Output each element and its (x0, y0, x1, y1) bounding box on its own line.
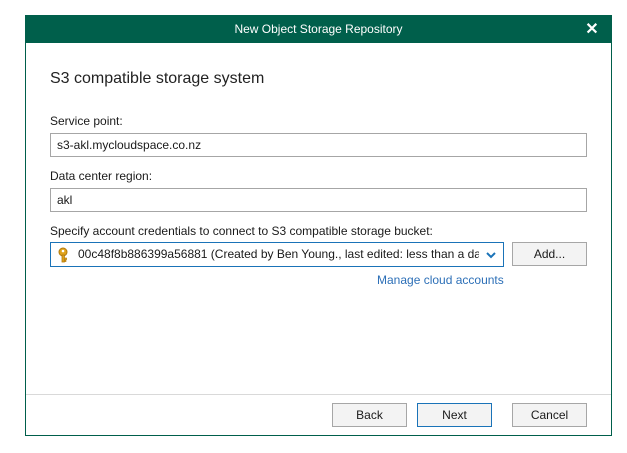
title-bar[interactable]: New Object Storage Repository ✕ (26, 16, 611, 43)
manage-cloud-accounts-link[interactable]: Manage cloud accounts (377, 273, 504, 287)
dialog-window: New Object Storage Repository ✕ S3 compa… (25, 15, 612, 436)
credentials-selected-value: 00c48f8b886399a56881 (Created by Ben You… (78, 247, 479, 261)
next-button[interactable]: Next (417, 403, 492, 427)
cancel-button[interactable]: Cancel (512, 403, 587, 427)
page-heading: S3 compatible storage system (50, 70, 265, 87)
chevron-down-icon[interactable] (485, 250, 497, 260)
close-button[interactable]: ✕ (579, 16, 605, 43)
footer-divider (26, 394, 611, 395)
region-field[interactable]: akl (50, 188, 587, 212)
key-icon (58, 247, 68, 263)
service-point-field[interactable]: s3-akl.mycloudspace.co.nz (50, 133, 587, 157)
region-label: Data center region: (50, 169, 153, 183)
credentials-label: Specify account credentials to connect t… (50, 224, 433, 238)
credentials-dropdown[interactable]: 00c48f8b886399a56881 (Created by Ben You… (50, 242, 504, 267)
service-point-label: Service point: (50, 114, 123, 128)
window-title: New Object Storage Repository (234, 22, 403, 36)
back-button[interactable]: Back (332, 403, 407, 427)
add-credentials-button[interactable]: Add... (512, 242, 587, 266)
